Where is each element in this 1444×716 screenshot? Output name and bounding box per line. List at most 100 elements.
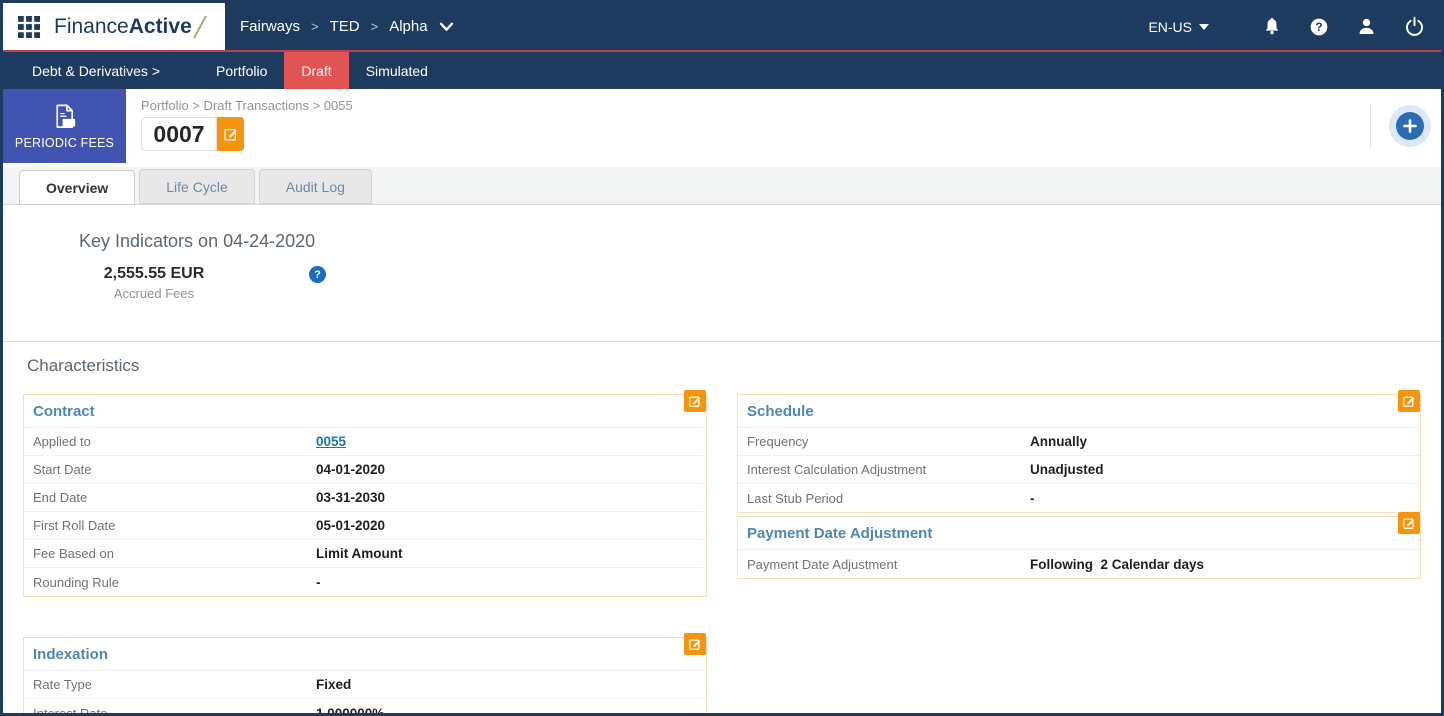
panel-title: Contract <box>24 395 706 428</box>
field-value: Limit Amount <box>316 546 403 561</box>
person-icon <box>1359 18 1374 34</box>
tab-life-cycle[interactable]: Life Cycle <box>139 169 255 204</box>
field-label: Start Date <box>33 462 92 477</box>
edit-title-button[interactable] <box>217 117 244 151</box>
logo[interactable]: Finance Active <box>3 3 225 50</box>
edit-pencil-icon <box>223 128 237 141</box>
field-row-interest-calculation-adjustment: Interest Calculation Adjustment Unadjuste… <box>738 456 1420 484</box>
breadcrumb-separator: > <box>311 19 319 34</box>
documents-icon <box>56 104 76 128</box>
title-row: 0007 <box>141 117 353 151</box>
power-icon <box>1406 16 1423 36</box>
nav-item-simulated[interactable]: Simulated <box>349 52 445 89</box>
logo-slash-icon <box>192 15 207 38</box>
field-row-first-roll-date: First Roll Date 05-01-2020 <box>24 512 706 540</box>
field-label: Interest Rate <box>33 705 108 714</box>
add-button[interactable] <box>1389 105 1431 147</box>
panel-contract: Contract Applied to 0055 Start Date 04-01-20… <box>23 390 707 597</box>
field-row-frequency: Frequency Annually <box>738 428 1420 456</box>
topbar-actions: EN-US ? <box>1148 3 1441 50</box>
bell-icon <box>1265 17 1279 35</box>
question-circle-icon: ? <box>1310 18 1328 35</box>
breadcrumb-entity[interactable]: Fairways <box>240 18 300 35</box>
tab-overview[interactable]: Overview <box>19 170 136 205</box>
field-label: First Roll Date <box>33 518 116 533</box>
field-row-payment-date-adjustment: Payment Date Adjustment Following 2 Calen… <box>738 550 1420 578</box>
field-label: Rate Type <box>33 677 93 692</box>
triangle-down-icon <box>1199 23 1209 30</box>
field-row-end-date: End Date 03-31-2030 <box>24 484 706 512</box>
context-breadcrumb: Fairways > TED > Alpha <box>240 3 454 50</box>
field-row-rate-type: Rate Type Fixed <box>24 671 706 699</box>
key-indicators-section: Key Indicators on 04-24-2020 2,555.55 EU… <box>3 205 1441 342</box>
svg-text:?: ? <box>1315 21 1322 34</box>
nav-item-portfolio[interactable]: Portfolio <box>199 52 284 89</box>
field-label: End Date <box>33 490 88 505</box>
help-button[interactable]: ? <box>1309 17 1329 37</box>
field-row-last-stub-period: Last Stub Period - <box>738 484 1420 512</box>
field-value: Fixed <box>316 677 352 692</box>
page-breadcrumb[interactable]: Portfolio > Draft Transactions > 0055 <box>141 98 353 113</box>
edit-contract-button[interactable] <box>684 390 706 412</box>
panel-title: Indexation <box>24 638 706 671</box>
field-value: 05-01-2020 <box>316 518 386 533</box>
field-label: Payment Date Adjustment <box>747 556 898 572</box>
field-label: Interest Calculation Adjustment <box>747 462 927 477</box>
chevron-down-icon[interactable] <box>439 21 454 32</box>
field-value: Annually <box>1030 434 1088 449</box>
app-window: Finance Active Fairways > TED > Alpha EN-… <box>0 0 1444 716</box>
right-column: Schedule Frequency Annually Interest Calcul… <box>737 390 1421 713</box>
edit-payment-date-adjustment-button[interactable] <box>1398 512 1420 534</box>
left-column: Contract Applied to 0055 Start Date 04-01-20… <box>23 390 707 714</box>
field-value: 04-01-2020 <box>316 462 386 477</box>
user-button[interactable] <box>1356 16 1377 37</box>
nav-item-debt-derivatives[interactable]: Debt & Derivatives > <box>15 52 177 89</box>
logo-text: Finance Active <box>54 14 208 40</box>
module-label: PERIODIC FEES <box>14 136 115 150</box>
tab-bar: Overview Life Cycle Audit Log <box>3 167 1441 205</box>
panel-title: Schedule <box>738 395 1420 428</box>
module-badge[interactable]: PERIODIC FEES <box>3 89 126 163</box>
top-bar: Finance Active Fairways > TED > Alpha EN-… <box>3 3 1441 52</box>
app-grid-icon[interactable] <box>18 15 40 38</box>
edit-schedule-button[interactable] <box>1398 390 1420 412</box>
panel-columns: Contract Applied to 0055 Start Date 04-01-20… <box>23 390 1421 714</box>
divider <box>1370 104 1371 148</box>
field-label: Last Stub Period <box>747 490 844 506</box>
field-value: - <box>316 574 321 590</box>
field-label: Fee Based on <box>33 546 114 561</box>
plus-icon <box>1396 112 1424 140</box>
applied-to-link[interactable]: 0055 <box>316 434 346 449</box>
field-value: 1.000000% <box>316 705 385 714</box>
logout-button[interactable] <box>1404 16 1425 37</box>
help-icon[interactable]: ? <box>309 266 326 283</box>
breadcrumb-portfolio[interactable]: Alpha <box>389 18 427 35</box>
panel-schedule: Schedule Frequency Annually Interest Calcul… <box>737 390 1421 513</box>
edit-indexation-button[interactable] <box>684 633 706 655</box>
indicator-value: 2,555.55 EUR <box>103 265 205 282</box>
notifications-button[interactable] <box>1262 16 1282 37</box>
edit-pencil-icon <box>1403 396 1415 407</box>
characteristics-title: Characteristics <box>27 356 140 375</box>
transaction-title: 0007 <box>141 117 217 151</box>
field-row-applied-to: Applied to 0055 <box>24 428 706 456</box>
panel-payment-date-adjustment: Payment Date Adjustment Payment Date Adju… <box>737 512 1421 579</box>
panel-indexation: Indexation Rate Type Fixed Interest Rate 1.0… <box>23 633 707 714</box>
page-header: PERIODIC FEES Portfolio > Draft Transact… <box>3 89 1441 167</box>
nav-item-draft[interactable]: Draft <box>284 52 349 89</box>
indicator-label: Accrued Fees <box>113 286 195 301</box>
panel-title: Payment Date Adjustment <box>738 517 1420 550</box>
edit-pencil-icon <box>689 396 701 407</box>
characteristics-section: Characteristics Contract Applied to 0055 St… <box>3 342 1441 713</box>
edit-pencil-icon <box>1403 518 1415 529</box>
field-value: 03-31-2030 <box>316 490 386 505</box>
field-row-rounding-rule: Rounding Rule - <box>24 568 706 596</box>
field-value: Unadjusted <box>1030 462 1104 477</box>
field-value: - <box>1030 490 1035 506</box>
key-indicators-title: Key Indicators on 04-24-2020 <box>79 231 316 251</box>
breadcrumb-portfolio-group[interactable]: TED <box>330 18 360 35</box>
field-row-interest-rate: Interest Rate 1.000000% <box>24 699 706 714</box>
tab-audit-log[interactable]: Audit Log <box>258 169 372 204</box>
header-actions <box>1370 89 1441 163</box>
language-selector[interactable]: EN-US <box>1148 19 1209 35</box>
